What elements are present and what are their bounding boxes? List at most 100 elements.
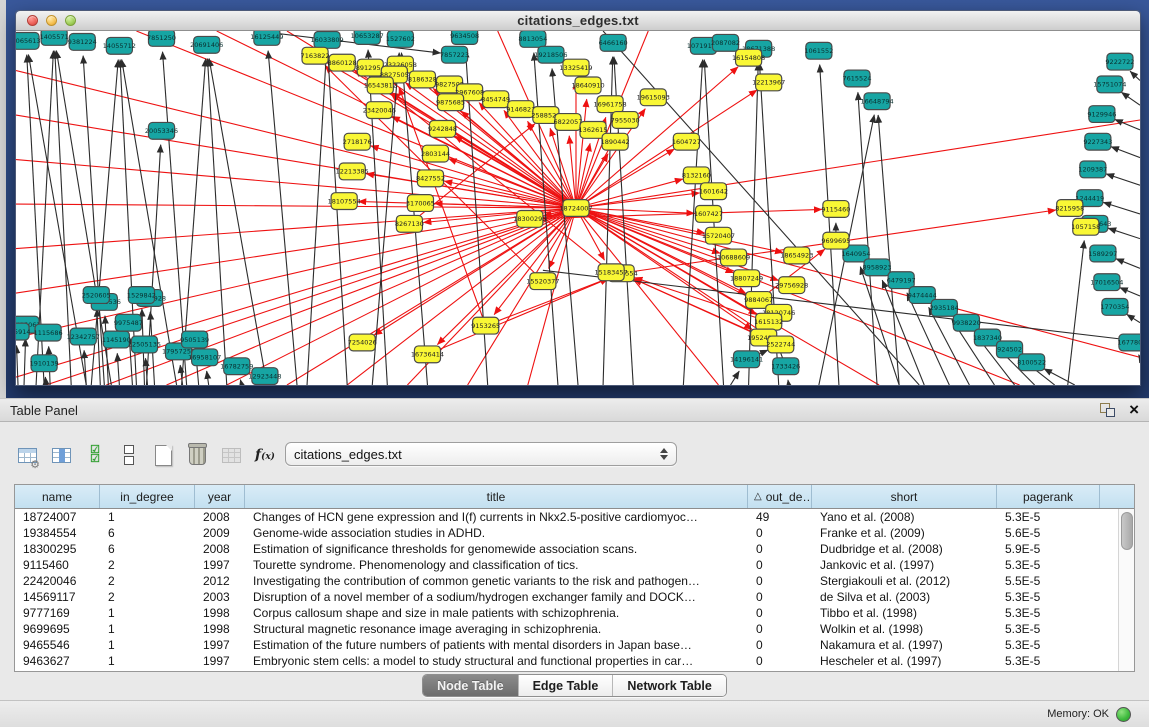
graph-node[interactable]: 20691406 [190,36,223,53]
graph-node[interactable]: 12213385 [336,163,369,180]
graph-node[interactable]: 1890442 [601,133,630,150]
graph-node[interactable]: 3915914 [16,323,31,340]
graph-node[interactable]: 15183457 [595,264,628,281]
graph-node[interactable]: 8427552 [416,170,445,187]
graph-node[interactable]: 13325419 [559,59,592,76]
graph-node[interactable]: 8186328 [408,71,437,88]
graph-edge[interactable] [576,208,1140,357]
graph-node[interactable]: 2065613 [16,32,41,49]
graph-node[interactable]: 18807249 [730,270,763,287]
graph-node[interactable]: 2520605 [82,287,111,304]
select-columns-icon[interactable]: ☑☑ [82,442,108,468]
graph-node[interactable]: 3170065 [406,195,435,212]
graph-node[interactable]: 7955030 [611,112,640,129]
graph-node[interactable]: 2935184 [930,299,959,316]
zoom-window-icon[interactable] [65,15,76,26]
graph-node[interactable]: 1527602 [386,31,415,47]
graph-node[interactable]: 16958107 [188,349,221,366]
table-row[interactable]: 1872400712008Changes of HCN gene express… [15,509,1134,525]
graph-node[interactable]: 2718176 [343,133,372,150]
graph-node[interactable]: 1589297 [1088,245,1117,262]
graph-edge[interactable] [1106,174,1140,185]
graph-edge[interactable] [328,54,347,385]
network-graph[interactable]: 206561314055719381224 14055712 7851250 2069… [16,31,1140,385]
graph-node[interactable]: 7163822 [301,47,330,64]
graph-edge[interactable] [1127,314,1140,322]
column-header-pagerank[interactable]: pagerank [997,485,1100,508]
graph-edge[interactable] [1130,71,1140,80]
table-row[interactable]: 977716911998Corpus callosum shape and si… [15,605,1134,621]
table-scrollbar[interactable] [1118,509,1134,671]
table-row[interactable]: 1456911722003Disruption of a novel membe… [15,589,1134,605]
column-header-out-de-[interactable]: △out_de… [748,485,812,508]
graph-node[interactable]: 16961758 [594,96,627,113]
graph-node[interactable]: 7254026 [348,334,377,351]
graph-node[interactable]: 19218506 [534,46,567,63]
graph-node[interactable]: 15720407 [702,227,735,244]
graph-edge[interactable] [16,208,576,249]
graph-node[interactable]: 2087082 [711,34,740,51]
graph-edge[interactable] [45,377,46,385]
table-scrollbar-thumb[interactable] [1121,512,1133,550]
graph-edge[interactable] [1116,259,1140,269]
table-row[interactable]: 946554611997Estimation of the future num… [15,637,1134,653]
graph-node[interactable]: 9505139 [180,331,209,348]
graph-node[interactable]: 16125449 [250,31,283,45]
graph-node[interactable]: 10688609 [717,249,750,266]
graph-node[interactable]: 15751074 [1093,76,1126,93]
graph-node[interactable]: 1733426 [771,358,800,375]
graph-node[interactable]: 23420046 [363,102,396,119]
graph-node[interactable]: 9699695 [821,232,850,249]
table-select-dropdown[interactable]: citations_edges.txt [285,442,677,466]
graph-node[interactable]: 9129946 [1087,106,1116,123]
graph-node[interactable]: 8132160 [682,167,711,184]
tab-network-table[interactable]: Network Table [612,675,726,696]
graph-node[interactable]: 1910139 [30,355,59,372]
graph-node[interactable]: 29756928 [775,277,808,294]
float-panel-icon[interactable] [1100,403,1115,417]
graph-edge[interactable] [209,58,267,385]
graph-node[interactable]: 14196141 [730,351,763,368]
new-table-icon[interactable] [150,442,176,468]
graph-node[interactable]: 1405571 [40,31,69,45]
graph-node[interactable]: 6466160 [599,34,628,51]
close-panel-icon[interactable]: × [1129,403,1139,417]
table-row[interactable]: 2242004622012Investigating the contribut… [15,573,1134,589]
graph-node[interactable]: 1061552 [804,42,833,59]
graph-edge[interactable] [731,371,740,385]
graph-node[interactable]: 9381224 [68,33,97,50]
table-row[interactable]: 1830029562008Estimation of significance … [15,541,1134,557]
graph-node[interactable]: 16543812 [364,77,397,94]
graph-edge[interactable] [1108,228,1140,238]
graph-node[interactable]: 12923448 [248,368,281,385]
network-view[interactable]: 206561314055719381224 14055712 7851250 2069… [16,31,1140,385]
graph-edge[interactable] [1120,288,1140,296]
graph-edge[interactable] [17,345,18,385]
tab-node-table[interactable]: Node Table [423,675,517,696]
graph-node[interactable]: 1601642 [699,183,728,200]
graph-node[interactable]: 1145190 [102,331,131,348]
table-settings-icon[interactable]: ⚙ [14,442,40,468]
graph-edge[interactable] [1111,147,1140,158]
graph-node[interactable]: 18654923 [780,247,813,264]
graph-edge[interactable] [455,136,576,208]
graph-node[interactable]: 16033809 [311,31,344,48]
graph-edge[interactable] [1044,369,1075,385]
graph-node[interactable]: 10653287 [351,31,384,44]
graph-node[interactable]: 9975487 [114,314,143,331]
graph-node[interactable]: 9875685 [436,94,465,111]
graph-node[interactable]: 14055712 [103,37,136,54]
graph-node[interactable]: 9222722 [1105,53,1134,70]
column-header-name[interactable]: name [15,485,100,508]
graph-node[interactable]: 1057158 [1071,218,1100,235]
graph-edge[interactable] [207,59,226,385]
graph-node[interactable]: 2522744 [766,336,795,353]
graph-node[interactable]: 7851250 [147,31,176,46]
graph-node[interactable]: 1677803 [1117,334,1140,351]
column-header-title[interactable]: title [245,485,748,508]
graph-node[interactable]: 1209387 [1078,161,1107,178]
column-header-short[interactable]: short [812,485,997,508]
show-column-icon[interactable] [48,442,74,468]
graph-node[interactable]: 12213967 [752,74,785,91]
graph-node[interactable]: 1604727 [672,133,701,150]
